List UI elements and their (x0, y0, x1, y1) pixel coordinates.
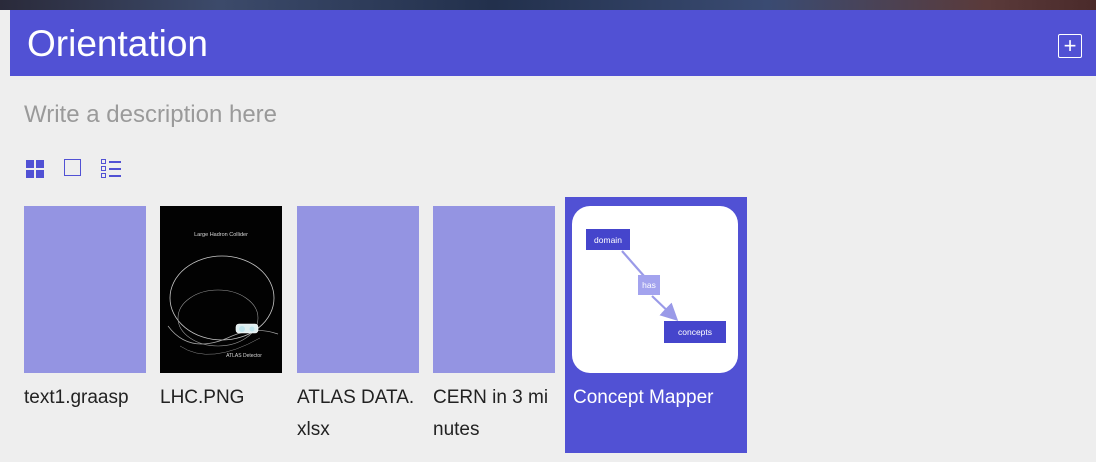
item-tile-selected[interactable]: domain has concepts Concept Mapper (565, 197, 747, 453)
grid-cell (26, 170, 34, 178)
plus-square-icon: + (1063, 33, 1077, 58)
square-icon[interactable] (63, 158, 85, 180)
item-name: Concept Mapper (573, 387, 714, 408)
item-tile[interactable]: ATLAS DATA.xlsx (284, 197, 420, 462)
item-thumbnail (297, 206, 419, 373)
concept-edge-label: has (642, 280, 656, 290)
concept-node-label: domain (594, 235, 622, 245)
concept-map-thumbnail: domain has concepts (572, 206, 738, 373)
space-content: Write a description here text1.graasp La… (10, 76, 1096, 462)
image-caption-top: Large Hadron Collider (194, 232, 248, 238)
list-row (101, 159, 123, 164)
list-icon[interactable] (101, 158, 123, 180)
item-name: text1.graasp (24, 387, 129, 408)
list-row (101, 173, 123, 178)
item-name: ATLAS DATA.xlsx (297, 387, 415, 440)
grid-cell (26, 160, 34, 168)
item-thumbnail (433, 206, 555, 373)
add-item-button[interactable]: + (1058, 34, 1082, 58)
item-tile[interactable]: CERN in 3 minutes (420, 197, 556, 462)
item-grid: text1.graasp Large Hadron Collider ATLAS… (10, 197, 1096, 462)
page-title: Orientation (27, 23, 208, 64)
view-mode-toggles (25, 158, 139, 180)
square-outline (64, 159, 81, 176)
item-name: CERN in 3 minutes (433, 387, 549, 440)
background-strip (0, 0, 1096, 10)
grid-cell (36, 170, 44, 178)
item-thumbnail-image: Large Hadron Collider ATLAS Detector (160, 206, 282, 373)
space-header: Orientation + (10, 10, 1096, 76)
list-row (101, 166, 123, 171)
image-caption-bottom: ATLAS Detector (226, 353, 262, 359)
item-name: LHC.PNG (160, 387, 245, 408)
concept-node-label: concepts (678, 327, 712, 337)
item-thumbnail (24, 206, 146, 373)
item-tile[interactable]: Large Hadron Collider ATLAS Detector LHC… (147, 197, 283, 462)
description-field[interactable]: Write a description here (24, 100, 277, 130)
grid-cell (36, 160, 44, 168)
grid-icon[interactable] (25, 158, 47, 180)
item-tile[interactable]: text1.graasp (11, 197, 147, 462)
